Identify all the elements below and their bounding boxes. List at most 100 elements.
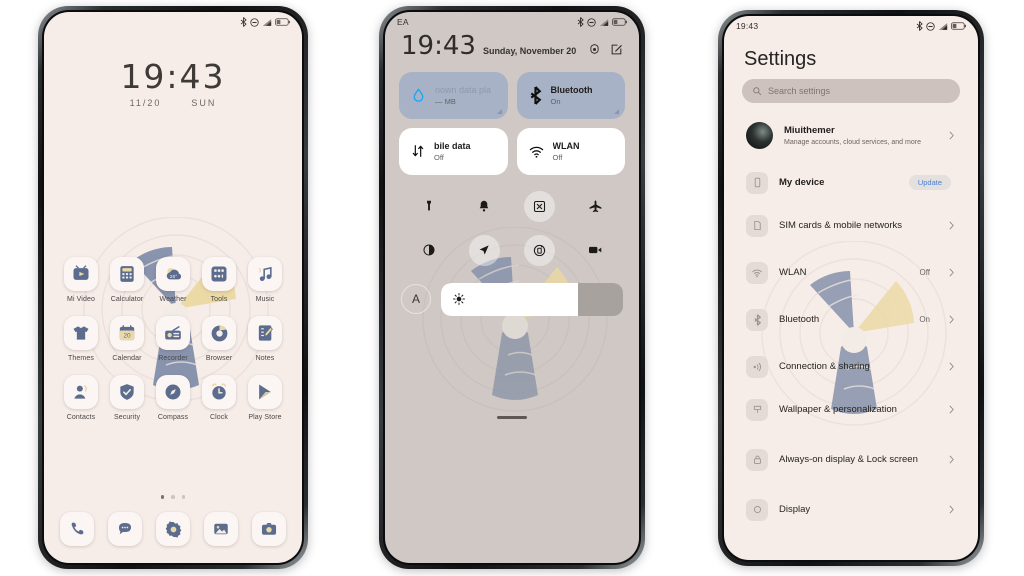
app-calendar[interactable]: 20 Calendar (104, 316, 150, 362)
toggle-dark-mode[interactable] (413, 235, 444, 266)
settings-row-sim[interactable]: SIM cards & mobile networks (737, 202, 965, 249)
settings-row-aod-lockscreen[interactable]: Always-on display & Lock screen (737, 433, 965, 486)
toggle-screenshot[interactable] (524, 190, 556, 222)
gallery-icon[interactable] (204, 512, 238, 546)
settings-row-my-device[interactable]: My device Update (737, 159, 965, 206)
row-label: SIM cards & mobile networks (779, 219, 903, 231)
app-label: Clock (209, 414, 228, 421)
svg-text:26°: 26° (169, 274, 176, 280)
chevron-right-icon (949, 455, 954, 464)
app-music[interactable]: Music (242, 257, 288, 303)
toggle-sound[interactable] (469, 191, 500, 222)
avatar (746, 122, 773, 149)
app-notes[interactable]: Notes (242, 316, 288, 362)
compass-icon (156, 375, 190, 409)
home-clock-widget[interactable]: 19:43 11/20 SUN (44, 60, 302, 108)
dock (54, 512, 292, 546)
tile-subtitle: Off (434, 152, 444, 162)
tile-subtitle: — MB (435, 96, 456, 106)
page-dot-2[interactable] (171, 495, 175, 499)
app-contacts[interactable]: Contacts (58, 375, 104, 421)
data-drop-icon (413, 88, 424, 102)
app-clock[interactable]: Clock (196, 375, 242, 421)
brightness-slider[interactable] (441, 282, 623, 316)
row-label: Wallpaper & personalization (779, 403, 897, 415)
app-compass[interactable]: Compass (150, 375, 196, 421)
app-themes[interactable]: Themes (58, 316, 104, 362)
wlan-icon (746, 261, 768, 284)
app-recorder[interactable]: Recorder (150, 316, 196, 362)
settings-row-connection-sharing[interactable]: Connection & sharing (737, 343, 965, 390)
settings-row-bluetooth[interactable]: Bluetooth On (737, 296, 965, 343)
battery-icon (951, 22, 966, 30)
phone-icon[interactable] (60, 512, 94, 546)
settings-gear-icon[interactable] (156, 512, 190, 546)
brightness-icon (453, 293, 465, 306)
toggle-airplane-mode[interactable] (580, 191, 611, 222)
app-label: Music (255, 296, 275, 303)
toggle-auto-rotate[interactable] (524, 234, 556, 266)
tile-title: WLAN (552, 140, 580, 151)
camera-icon[interactable] (252, 512, 286, 546)
settings-row-account[interactable]: Miuithemer Manage accounts, cloud servic… (737, 112, 965, 159)
clock-icon (202, 375, 236, 409)
page-dot-3[interactable] (181, 495, 186, 499)
page-title: Settings (744, 48, 817, 70)
messages-icon[interactable] (108, 512, 142, 546)
update-badge[interactable]: Update (908, 175, 951, 190)
quick-toggles (401, 190, 623, 266)
tools-icon (202, 257, 236, 291)
tile-expand-corner[interactable] (614, 108, 619, 114)
app-tools[interactable]: Tools (196, 257, 242, 303)
tile-mobile-data[interactable]: bile data Off (399, 127, 508, 175)
sim-icon (746, 214, 768, 237)
status-bar-clock: 19:43 (736, 21, 759, 31)
phone-home-screen: 19:43 11/20 SUN Mi Video Calculator 26° … (38, 6, 308, 569)
settings-row-display[interactable]: Display (737, 486, 965, 533)
mobile-data-icon (412, 145, 424, 158)
edit-icon[interactable] (610, 43, 623, 56)
status-bar (44, 12, 302, 32)
page-dot-1[interactable] (160, 495, 165, 499)
app-play-store[interactable]: Play Store (242, 375, 288, 421)
tile-data-plan[interactable]: nown data pla — MB (399, 71, 508, 119)
app-mi-video[interactable]: Mi Video (58, 257, 104, 303)
row-texts: Display (779, 504, 936, 516)
bluetooth-icon (746, 308, 768, 331)
app-calculator[interactable]: Calculator (104, 257, 150, 303)
music-icon (248, 257, 282, 291)
app-security[interactable]: Security (104, 375, 150, 421)
drag-handle[interactable] (497, 416, 527, 419)
account-desc: Manage accounts, cloud services, and mor… (784, 138, 921, 146)
tile-expand-corner[interactable] (496, 108, 502, 114)
toggle-screen-record[interactable] (580, 235, 611, 266)
bluetooth-icon (240, 17, 247, 27)
device-icon (746, 171, 768, 194)
auto-brightness-button[interactable]: A (401, 284, 431, 315)
phone-control-center: EA 19:43 Sunday, November 20 nown data p… (379, 6, 645, 569)
gear-icon[interactable] (588, 43, 601, 56)
settings-row-wallpaper[interactable]: Wallpaper & personalization (737, 386, 965, 433)
bluetooth-icon (530, 85, 541, 105)
clock-weekday: SUN (191, 98, 217, 108)
app-browser[interactable]: Browser (196, 316, 242, 362)
tile-bluetooth[interactable]: Bluetooth On (516, 71, 625, 119)
tile-subtitle: Off (552, 152, 563, 162)
search-input[interactable]: Search settings (742, 79, 960, 103)
settings-row-wlan[interactable]: WLAN Off (737, 249, 965, 296)
toggle-location[interactable] (468, 234, 500, 266)
brightness-control: A (401, 282, 623, 316)
page-indicator[interactable] (44, 495, 302, 499)
settings-group-display: Wallpaper & personalization Always-on di… (737, 386, 965, 533)
status-bar-icons (916, 21, 966, 31)
tile-wlan[interactable]: WLAN Off (516, 127, 625, 175)
notes-icon (248, 316, 282, 350)
row-texts: Always-on display & Lock screen (779, 454, 936, 466)
app-weather[interactable]: 26° Weather (150, 257, 196, 303)
app-label: Contacts (66, 414, 96, 421)
tile-text: WLAN Off (553, 141, 580, 162)
row-label: Always-on display & Lock screen (779, 453, 918, 465)
toggle-flashlight[interactable] (413, 191, 444, 222)
dnd-icon (250, 17, 259, 27)
row-value: Off (919, 268, 930, 277)
